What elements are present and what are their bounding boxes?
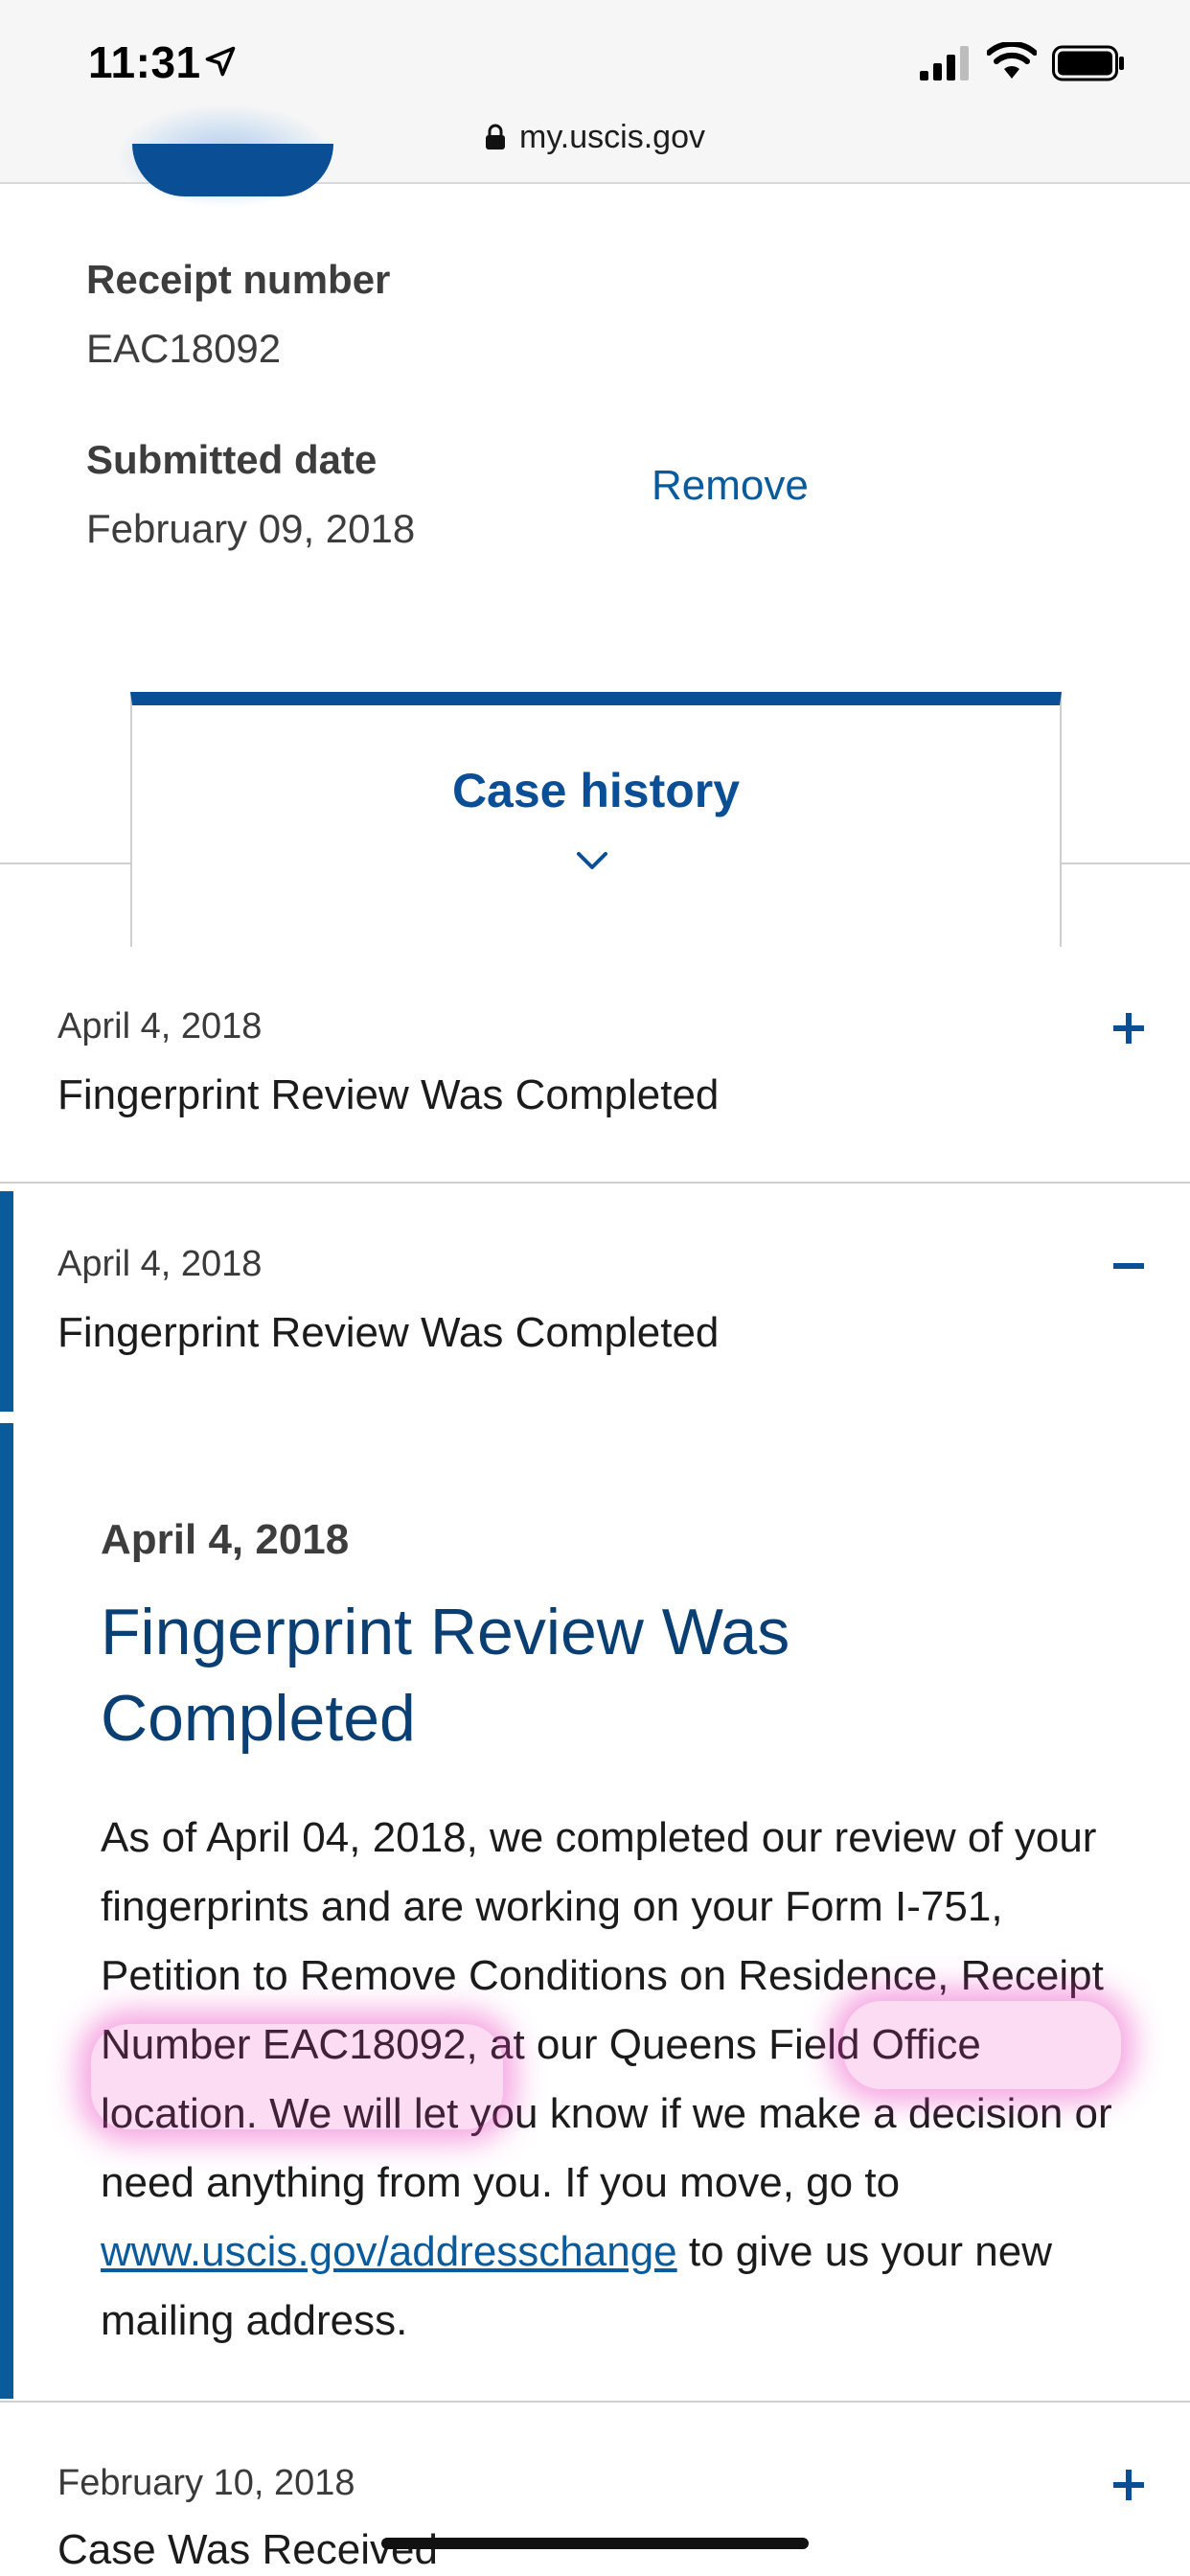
url-text: my.uscis.gov: [519, 118, 705, 155]
divider: [0, 1182, 1190, 1184]
detail-accent-bar: [0, 1423, 13, 2399]
detail-title: Fingerprint Review Was Completed: [101, 1596, 790, 1755]
plus-icon[interactable]: [1111, 2468, 1146, 2502]
lock-icon: [486, 124, 505, 150]
submitted-date-value: February 09, 2018: [86, 506, 416, 551]
detail-body: As of April 04, 2018, we completed our r…: [101, 1804, 1116, 2356]
receipt-number-label: Receipt number: [86, 257, 391, 302]
case-history-label: Case history: [451, 764, 741, 817]
history-item-title: Case Was Received: [57, 2526, 438, 2573]
plus-icon[interactable]: [1111, 1011, 1146, 1046]
history-item-date: February 10, 2018: [57, 2463, 355, 2503]
submitted-date-label: Submitted date: [86, 437, 378, 482]
receipt-number-value: EAC18092: [86, 326, 282, 371]
status-time: 11:31: [88, 37, 201, 87]
chevron-down-icon: [577, 852, 607, 869]
history-item-title: Fingerprint Review Was Completed: [57, 1309, 720, 1356]
home-indicator[interactable]: [381, 2538, 809, 2549]
detail-date: April 4, 2018: [101, 1516, 350, 1563]
wifi-icon: [987, 42, 1037, 79]
history-item-date: April 4, 2018: [57, 1244, 263, 1284]
cellular-signal-icon: [920, 46, 969, 80]
location-arrow-icon: [205, 46, 236, 77]
divider: [0, 2401, 1190, 2403]
address-change-link[interactable]: www.uscis.gov/addresschange: [101, 2228, 677, 2275]
remove-link[interactable]: Remove: [652, 462, 809, 510]
active-item-accent: [0, 1191, 13, 1412]
battery-icon: [1052, 45, 1124, 81]
history-item-date: April 4, 2018: [57, 1006, 263, 1046]
history-item-title: Fingerprint Review Was Completed: [57, 1071, 720, 1118]
minus-icon[interactable]: [1111, 1249, 1146, 1283]
partially-visible-button[interactable]: [132, 144, 333, 196]
tab-case-history[interactable]: Case history: [130, 692, 1062, 947]
